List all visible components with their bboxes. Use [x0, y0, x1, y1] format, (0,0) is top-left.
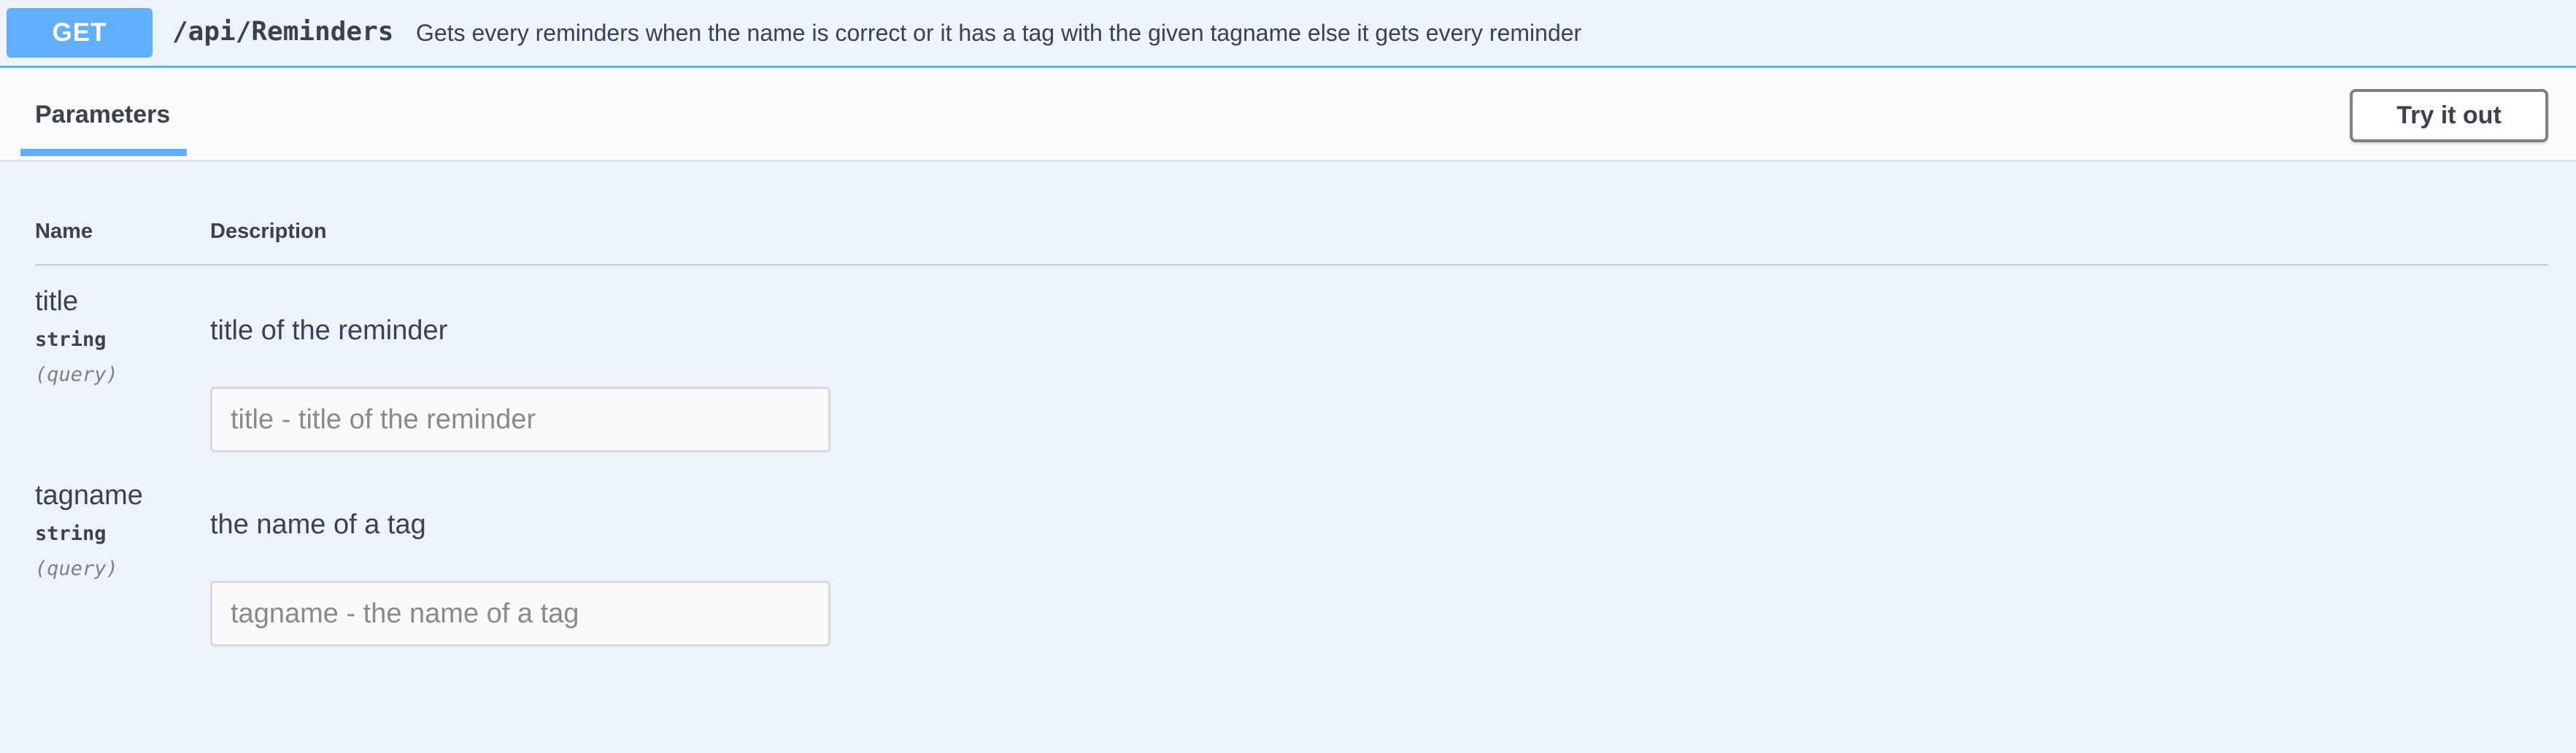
column-header-description: Description [210, 220, 327, 243]
endpoint-path: /api/Reminders [172, 17, 394, 47]
tagname-input[interactable] [210, 581, 830, 646]
try-it-out-button[interactable]: Try it out [2350, 89, 2548, 142]
parameters-header: Parameters Try it out [0, 68, 2576, 162]
parameter-name: tagname [35, 480, 143, 511]
parameter-type: string [35, 328, 107, 351]
parameter-type: string [35, 522, 107, 545]
operation-summary[interactable]: GET /api/Reminders Gets every reminders … [0, 0, 2576, 68]
tab-active-indicator [20, 149, 187, 156]
parameter-description: the name of a tag [210, 509, 426, 540]
method-badge: GET [7, 8, 153, 58]
title-input[interactable] [210, 387, 830, 452]
operation-description: Gets every reminders when the name is co… [416, 20, 1582, 46]
parameter-location: (query) [35, 557, 118, 580]
parameter-description: title of the reminder [210, 315, 448, 346]
table-divider [35, 264, 2548, 266]
column-header-name: Name [35, 220, 93, 243]
tab-parameters[interactable]: Parameters [20, 68, 188, 158]
parameter-location: (query) [35, 363, 118, 386]
parameter-name: title [35, 286, 79, 317]
tab-parameters-label: Parameters [35, 101, 171, 128]
